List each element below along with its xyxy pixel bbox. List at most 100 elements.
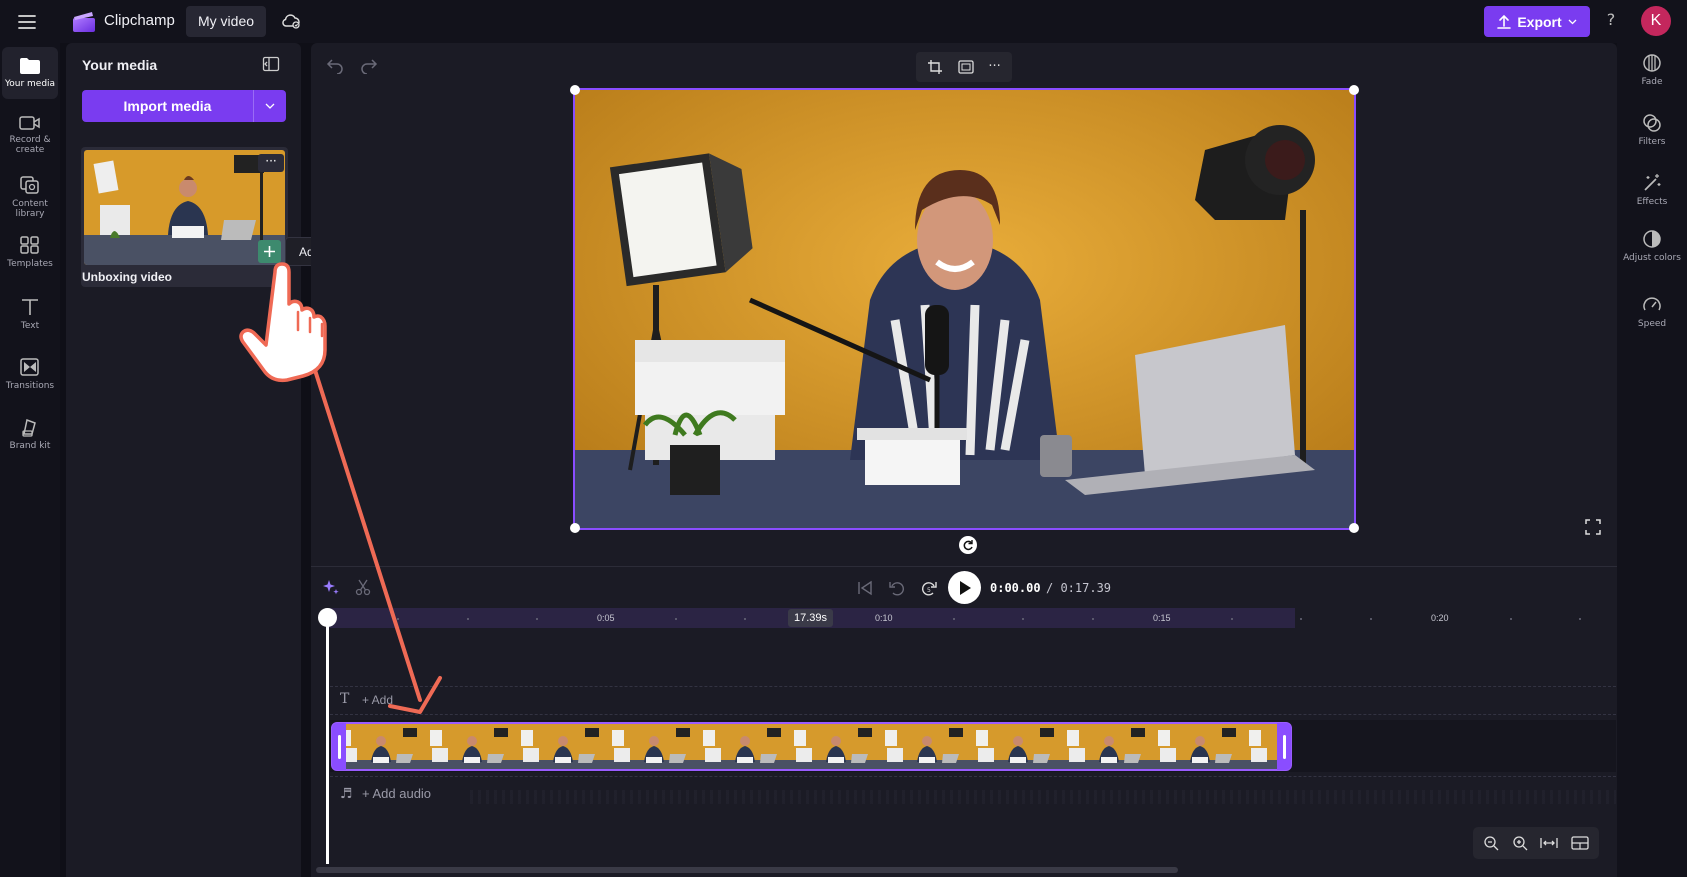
crop-icon[interactable] bbox=[927, 59, 943, 75]
export-label: Export bbox=[1517, 13, 1562, 30]
rail-label: Your media bbox=[4, 79, 56, 89]
import-dropdown-button[interactable] bbox=[254, 90, 286, 122]
play-button[interactable] bbox=[948, 571, 981, 604]
media-item-name: Unboxing video bbox=[82, 270, 172, 284]
rail-item-adjust-colors[interactable]: Adjust colors bbox=[1617, 229, 1687, 263]
audio-waveform-placeholder bbox=[470, 790, 1616, 804]
rail-item-fade[interactable]: Fade bbox=[1617, 53, 1687, 87]
brand-kit-icon bbox=[22, 418, 36, 437]
rail-label: Templates bbox=[7, 259, 53, 269]
resize-handle-bottom-right[interactable] bbox=[1349, 523, 1359, 533]
rail-item-transitions[interactable]: Transitions bbox=[2, 353, 58, 405]
clip-trim-handle-right[interactable] bbox=[1277, 723, 1291, 770]
adjust-colors-icon bbox=[1643, 230, 1661, 248]
tick-dot bbox=[1579, 618, 1581, 620]
import-media-label[interactable]: Import media bbox=[82, 90, 254, 122]
rail-item-text[interactable]: Text bbox=[2, 293, 58, 345]
rail-item-content-library[interactable]: Content library bbox=[2, 171, 58, 223]
track-divider bbox=[330, 714, 1616, 715]
playhead-line[interactable] bbox=[326, 614, 329, 864]
fit-icon[interactable] bbox=[958, 60, 974, 74]
rail-label: Filters bbox=[1638, 137, 1666, 147]
left-rail: Your media Record & create Content libra… bbox=[0, 43, 60, 877]
tick-dot bbox=[1300, 618, 1302, 620]
undo-icon[interactable] bbox=[326, 56, 344, 74]
text-track-icon: T bbox=[340, 691, 350, 707]
resize-handle-top-left[interactable] bbox=[570, 85, 580, 95]
text-icon bbox=[22, 299, 38, 315]
preview-more-button[interactable]: ··· bbox=[988, 60, 1000, 74]
folder-icon bbox=[20, 58, 40, 74]
ruler-label: 0:10 bbox=[875, 613, 893, 623]
rail-label: Transitions bbox=[5, 381, 55, 391]
ruler-label: 0:05 bbox=[597, 613, 615, 623]
svg-text:5: 5 bbox=[927, 587, 931, 594]
rotate-handle-icon[interactable] bbox=[959, 536, 977, 554]
rail-item-your-media[interactable]: Your media bbox=[2, 47, 58, 99]
ruler-label: 0:20 bbox=[1431, 613, 1449, 623]
track-divider bbox=[330, 686, 1616, 687]
rail-label: Fade bbox=[1641, 77, 1663, 87]
zoom-out-icon[interactable] bbox=[1483, 835, 1499, 851]
rail-label: Adjust colors bbox=[1623, 253, 1681, 263]
help-icon[interactable]: ? bbox=[1602, 10, 1620, 32]
tick-dot bbox=[953, 618, 955, 620]
forward-5s-icon[interactable]: 5 bbox=[920, 579, 938, 597]
content-library-icon bbox=[20, 176, 39, 194]
split-scissors-icon[interactable] bbox=[354, 578, 372, 596]
tick-dot bbox=[467, 618, 469, 620]
transitions-icon bbox=[20, 358, 39, 376]
media-thumbnail[interactable] bbox=[84, 150, 285, 265]
rail-label: Brand kit bbox=[9, 441, 51, 451]
tick-dot bbox=[397, 618, 399, 620]
project-name-field[interactable]: My video bbox=[186, 6, 267, 37]
video-preview[interactable] bbox=[573, 88, 1356, 530]
tick-dot bbox=[1370, 618, 1372, 620]
track-divider bbox=[330, 776, 1616, 777]
fullscreen-icon[interactable] bbox=[1585, 519, 1601, 535]
tick-dot bbox=[536, 618, 538, 620]
rail-item-filters[interactable]: Filters bbox=[1617, 113, 1687, 147]
add-text-track-button[interactable]: + Add bbox=[362, 693, 393, 707]
export-button[interactable]: Export bbox=[1484, 6, 1590, 37]
import-media-button[interactable]: Import media bbox=[82, 90, 286, 122]
rail-item-speed[interactable]: Speed bbox=[1617, 295, 1687, 329]
zoom-in-icon[interactable] bbox=[1512, 835, 1528, 851]
timeline-scrollbar[interactable] bbox=[316, 867, 1178, 873]
current-time: 0:00.00 bbox=[990, 581, 1041, 595]
clip-trim-handle-left[interactable] bbox=[332, 723, 346, 770]
resize-handle-top-right[interactable] bbox=[1349, 85, 1359, 95]
rewind-5s-icon[interactable] bbox=[888, 579, 906, 597]
magic-sparkle-icon[interactable] bbox=[322, 578, 340, 596]
timeline-zoom-controls bbox=[1473, 827, 1599, 859]
clipchamp-logo-icon bbox=[72, 11, 96, 33]
plus-icon bbox=[264, 246, 275, 257]
redo-icon[interactable] bbox=[360, 56, 378, 74]
video-clip[interactable] bbox=[331, 722, 1292, 771]
avatar[interactable]: K bbox=[1641, 6, 1671, 36]
chevron-down-icon bbox=[265, 103, 275, 109]
add-to-timeline-button[interactable] bbox=[258, 240, 281, 263]
rail-item-brand-kit[interactable]: Brand kit bbox=[2, 413, 58, 465]
tick-dot bbox=[1092, 618, 1094, 620]
fit-timeline-icon[interactable] bbox=[1540, 836, 1558, 850]
rail-label: Speed bbox=[1637, 319, 1667, 329]
timeline-ruler[interactable] bbox=[326, 608, 1616, 628]
timeline-settings-icon[interactable] bbox=[1571, 836, 1589, 850]
skip-to-start-icon[interactable] bbox=[856, 579, 874, 597]
hamburger-menu-icon[interactable] bbox=[16, 11, 38, 33]
rail-label: Content library bbox=[12, 199, 48, 219]
rail-item-templates[interactable]: Templates bbox=[2, 231, 58, 283]
media-more-options-button[interactable]: ··· bbox=[258, 154, 284, 172]
media-panel-title: Your media bbox=[82, 57, 158, 73]
rail-item-record-create[interactable]: Record & create bbox=[2, 111, 58, 163]
chevron-down-icon bbox=[1568, 19, 1577, 24]
collapse-panel-icon[interactable] bbox=[262, 56, 280, 72]
add-audio-track-button[interactable]: + Add audio bbox=[362, 786, 431, 801]
cloud-sync-icon[interactable] bbox=[280, 10, 302, 32]
templates-icon bbox=[20, 236, 39, 254]
rail-item-effects[interactable]: Effects bbox=[1617, 173, 1687, 207]
playhead-handle[interactable] bbox=[318, 608, 337, 627]
resize-handle-bottom-left[interactable] bbox=[570, 523, 580, 533]
tick-dot bbox=[744, 618, 746, 620]
